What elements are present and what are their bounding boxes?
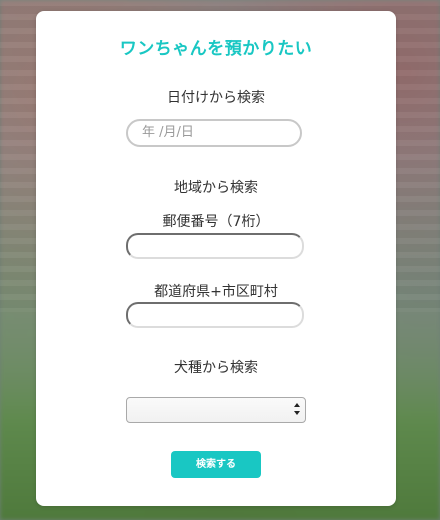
breed-section-label: 犬種から検索 — [174, 360, 258, 376]
search-form-card: ワンちゃんを預かりたい 日付けから検索 年 /月/日 地域から検索 郵便番号（7… — [36, 11, 396, 506]
breed-select[interactable] — [126, 397, 306, 423]
form-title: ワンちゃんを預かりたい — [119, 39, 313, 59]
date-section-label: 日付けから検索 — [167, 90, 265, 106]
address-input[interactable] — [126, 302, 304, 328]
date-input[interactable]: 年 /月/日 — [126, 119, 302, 147]
zip-input[interactable] — [126, 233, 304, 259]
select-arrows-icon — [294, 403, 300, 415]
date-placeholder: 年 /月/日 — [142, 125, 194, 140]
area-section-label: 地域から検索 — [174, 180, 258, 196]
search-button[interactable]: 検索する — [171, 451, 261, 478]
zip-label: 郵便番号（7桁） — [162, 214, 270, 230]
address-label: 都道府県+市区町村 — [154, 284, 278, 300]
